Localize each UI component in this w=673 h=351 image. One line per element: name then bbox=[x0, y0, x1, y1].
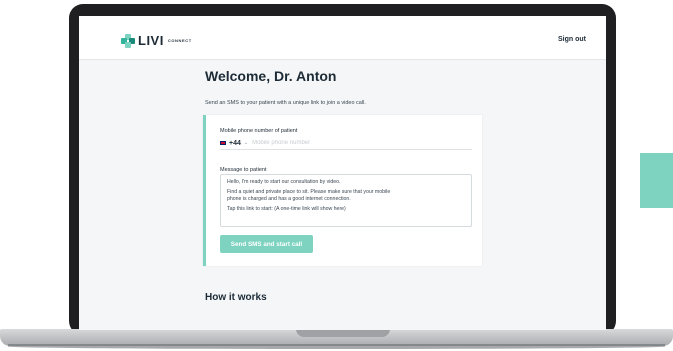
laptop-notch bbox=[296, 329, 390, 337]
flag-uk-icon[interactable] bbox=[220, 141, 226, 145]
sign-out-link[interactable]: Sign out bbox=[558, 36, 586, 43]
laptop-shadow bbox=[8, 344, 665, 349]
message-textarea[interactable]: Hello, I'm ready to start our consultati… bbox=[220, 174, 472, 227]
message-line: Tap this link to start: (A one-time link… bbox=[227, 206, 346, 213]
message-label: Message to patient bbox=[220, 167, 267, 173]
logo[interactable]: LIVI CONNECT bbox=[121, 33, 192, 48]
country-code[interactable]: +44 bbox=[229, 140, 241, 147]
phone-field-row: +44 ⌄ bbox=[220, 137, 472, 150]
laptop-screen: LIVI CONNECT Sign out Welcome, Dr. Anton… bbox=[79, 16, 606, 330]
send-sms-button[interactable]: Send SMS and start call bbox=[220, 235, 313, 253]
page-title: Welcome, Dr. Anton bbox=[205, 68, 337, 84]
logo-mark-icon bbox=[121, 33, 135, 48]
how-it-works-heading: How it works bbox=[205, 292, 267, 303]
app-header: LIVI CONNECT Sign out bbox=[79, 16, 606, 60]
phone-input[interactable] bbox=[252, 140, 413, 146]
phone-label: Mobile phone number of patient bbox=[220, 128, 298, 134]
chevron-down-icon[interactable]: ⌄ bbox=[244, 140, 248, 146]
intro-text: Send an SMS to your patient with a uniqu… bbox=[205, 100, 366, 106]
sms-form-card: Mobile phone number of patient +44 ⌄ Mes… bbox=[203, 115, 482, 266]
decorative-square bbox=[640, 153, 673, 208]
logo-wordmark: LIVI bbox=[138, 33, 164, 48]
logo-subname: CONNECT bbox=[167, 38, 192, 43]
